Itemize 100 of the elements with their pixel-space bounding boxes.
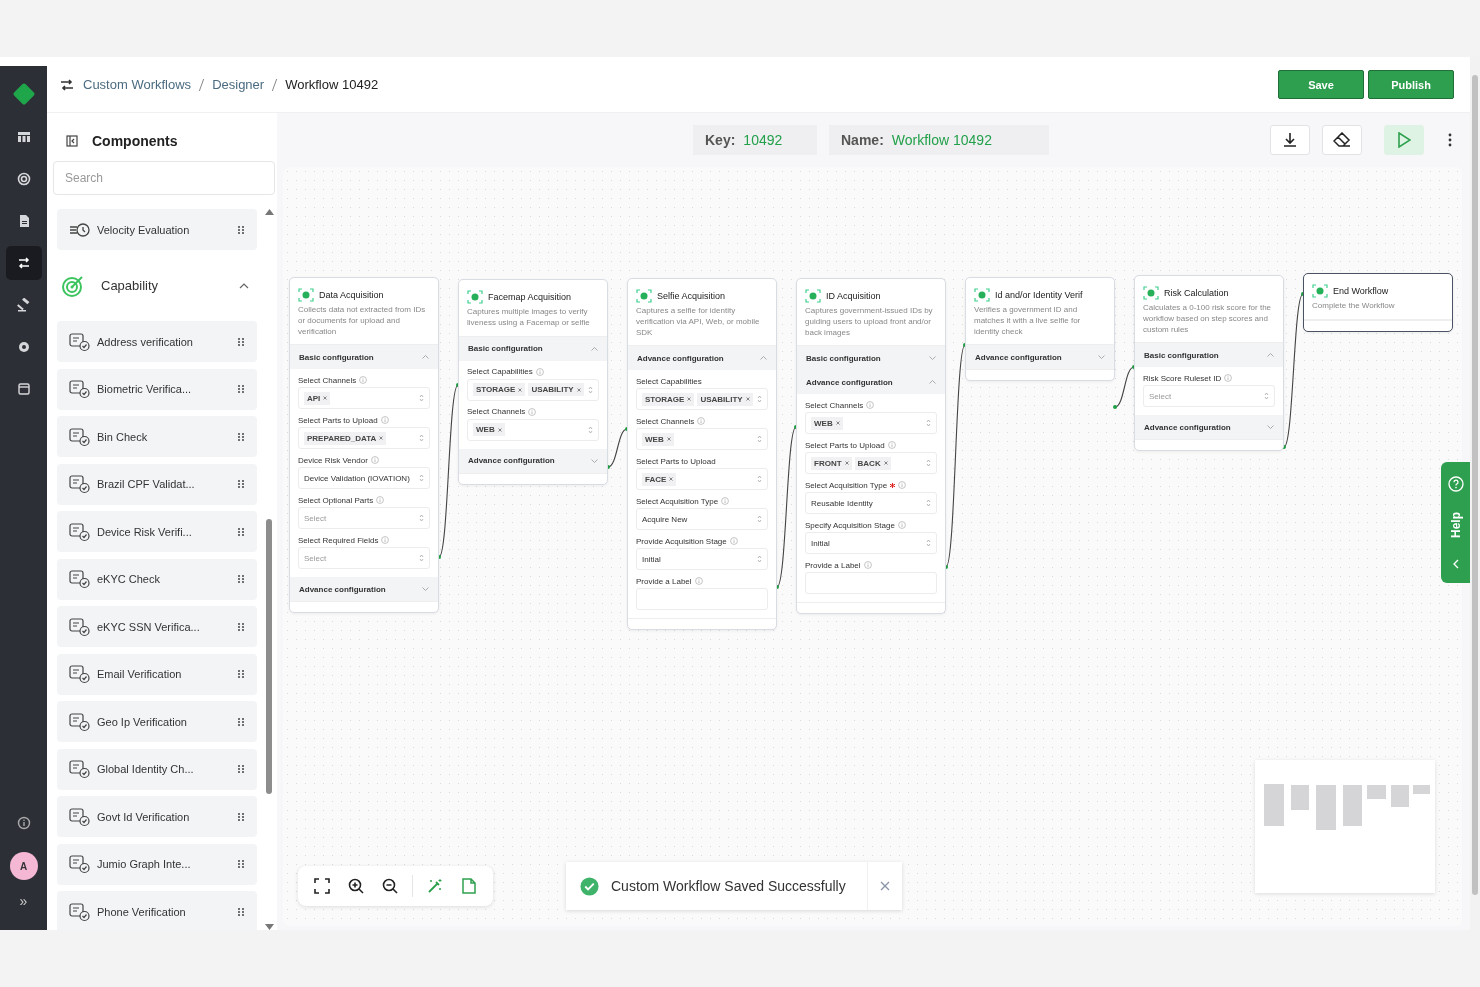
drag-handle-icon[interactable]	[237, 224, 246, 235]
scroll-down-icon[interactable]	[264, 924, 274, 930]
select-field[interactable]: Acquire New	[636, 508, 768, 531]
component-item[interactable]: eKYC Check	[57, 558, 258, 600]
remove-icon[interactable]	[666, 437, 671, 442]
remove-icon[interactable]	[379, 436, 384, 441]
breadcrumb-link[interactable]: Designer	[212, 77, 265, 92]
drag-handle-icon[interactable]	[237, 574, 246, 584]
download-button[interactable]	[1270, 125, 1310, 155]
select-field[interactable]: STORAGE USABILITY	[467, 378, 599, 401]
drag-handle-icon[interactable]	[237, 621, 246, 632]
remove-icon[interactable]	[687, 397, 692, 402]
breadcrumb-link[interactable]: Custom Workflows	[83, 77, 192, 92]
tag-chip[interactable]: FACE	[642, 472, 677, 486]
workflow-node[interactable]	[289, 277, 439, 614]
select-field[interactable]: WEB	[636, 428, 768, 451]
drag-handle-icon[interactable]	[237, 336, 246, 347]
component-item[interactable]: Velocity Evaluation	[57, 209, 258, 250]
select-field[interactable]: API	[298, 387, 430, 410]
run-button[interactable]	[1384, 125, 1424, 155]
collapse-panel-icon[interactable]	[66, 135, 78, 147]
tag-chip[interactable]: USABILITY	[697, 392, 753, 406]
select-field[interactable]: WEB	[805, 412, 937, 435]
tag-chip[interactable]: WEB	[642, 432, 674, 446]
select-field[interactable]: WEB	[467, 418, 599, 441]
component-item[interactable]: Biometric Verifica...	[57, 368, 258, 410]
more-icon[interactable]	[1448, 133, 1452, 147]
group-header[interactable]: Capability	[57, 256, 258, 315]
component-item[interactable]: Geo Ip Verification	[57, 701, 258, 742]
remove-icon[interactable]	[518, 387, 523, 392]
tag-chip[interactable]: BACK	[854, 456, 891, 470]
component-item[interactable]: Phone Verification	[57, 891, 258, 930]
drag-handle-icon[interactable]	[237, 859, 246, 869]
section-header[interactable]: Advance configuration	[459, 448, 607, 473]
section-header[interactable]: Advance configuration	[966, 345, 1114, 370]
section-header[interactable]: Advance configuration	[628, 346, 776, 371]
drag-handle-icon[interactable]	[237, 764, 246, 774]
drag-handle-icon[interactable]	[237, 526, 246, 537]
tag-chip[interactable]: USABILITY	[528, 383, 584, 397]
select-field[interactable]: STORAGE USABILITY	[636, 388, 768, 411]
tag-chip[interactable]: WEB	[473, 423, 505, 437]
select-field[interactable]: Device Validation (IOVATION)	[298, 467, 430, 490]
select-field[interactable]: Reusable Identity	[805, 492, 937, 515]
scroll-up-icon[interactable]	[264, 209, 274, 215]
workflow-node[interactable]: Id and/or Identity Verif Verifies a government ID and matches it with a live selfie for identity check Advance configuration	[965, 277, 1115, 382]
select-field[interactable]: PREPARED_DATA	[298, 427, 430, 450]
component-item[interactable]: eKYC SSN Verifica...	[57, 606, 258, 647]
drag-handle-icon[interactable]	[237, 384, 246, 394]
drag-handle-icon[interactable]	[237, 479, 246, 489]
section-header[interactable]: Basic configuration	[290, 345, 438, 370]
tag-chip[interactable]: API	[304, 391, 331, 405]
section-header[interactable]: Advance configuration	[290, 577, 438, 602]
drag-handle-icon[interactable]	[237, 716, 246, 727]
workflow-node[interactable]	[796, 278, 946, 615]
nav-button[interactable]	[5, 246, 42, 280]
drag-handle-icon[interactable]	[237, 906, 246, 917]
remove-icon[interactable]	[497, 427, 502, 432]
remove-icon[interactable]	[883, 461, 888, 466]
tag-chip[interactable]: PREPARED_DATA	[304, 431, 387, 445]
component-item[interactable]: Brazil CPF Validat...	[57, 463, 258, 505]
select-field[interactable]: Initial	[636, 548, 768, 571]
workflow-node[interactable]: Facemap Acquisition Captures multiple images to verify liveness using a Facemap or selfie Basic configuration Select Capabilities STORAGE USABILITY Select Channels WEB Advance configuration	[458, 279, 608, 485]
select-field[interactable]: FACE	[636, 468, 768, 491]
scrollbar[interactable]	[263, 209, 275, 930]
info-icon[interactable]	[16, 816, 31, 830]
section-header[interactable]: Advance configuration	[1135, 415, 1283, 440]
eraser-button[interactable]	[1322, 125, 1362, 155]
drag-handle-icon[interactable]	[237, 431, 246, 442]
section-header[interactable]: Advance configuration	[797, 370, 945, 395]
select-field[interactable]: Initial	[805, 532, 937, 555]
component-item[interactable]: Global Identity Ch...	[57, 748, 258, 790]
search-field[interactable]: Search	[53, 161, 275, 195]
section-header[interactable]: Basic configuration	[797, 346, 945, 371]
component-item[interactable]: Email Verification	[57, 653, 258, 695]
tag-chip[interactable]: STORAGE	[473, 383, 526, 397]
tag-chip[interactable]: FRONT	[811, 456, 852, 470]
component-item[interactable]: Jumio Graph Inte...	[57, 843, 258, 885]
remove-icon[interactable]	[835, 421, 840, 426]
component-item[interactable]: Govt Id Verification	[57, 796, 258, 837]
expand-button[interactable]: »	[13, 892, 34, 910]
remove-icon[interactable]	[745, 397, 750, 402]
section-header[interactable]: Basic configuration	[1135, 343, 1283, 368]
workflow-node[interactable]	[627, 278, 777, 631]
avatar[interactable]: A	[9, 852, 38, 880]
component-item[interactable]: Device Risk Verifi...	[57, 511, 258, 552]
remove-icon[interactable]	[844, 461, 849, 466]
component-item[interactable]: Address verification	[57, 321, 258, 362]
component-item[interactable]: Bin Check	[57, 416, 258, 457]
drag-handle-icon[interactable]	[237, 811, 246, 822]
drag-handle-icon[interactable]	[237, 669, 246, 679]
remove-icon[interactable]	[576, 387, 581, 392]
section-header[interactable]: Basic configuration	[459, 336, 607, 361]
tag-chip[interactable]: STORAGE	[642, 392, 695, 406]
workflow-node[interactable]: End Workflow Complete the Workflow	[1303, 273, 1453, 332]
close-icon[interactable]	[880, 881, 890, 891]
tag-chip[interactable]: WEB	[811, 416, 843, 430]
remove-icon[interactable]	[669, 477, 674, 482]
select-field[interactable]: FRONT BACK	[805, 452, 937, 475]
workflow-node[interactable]: Risk Calculation Calculates a 0-100 risk score for the workflow based on step scores and custom rules Basic configuration Risk Score Ruleset ID Select Advance configuration	[1134, 275, 1284, 452]
remove-icon[interactable]	[323, 396, 328, 401]
